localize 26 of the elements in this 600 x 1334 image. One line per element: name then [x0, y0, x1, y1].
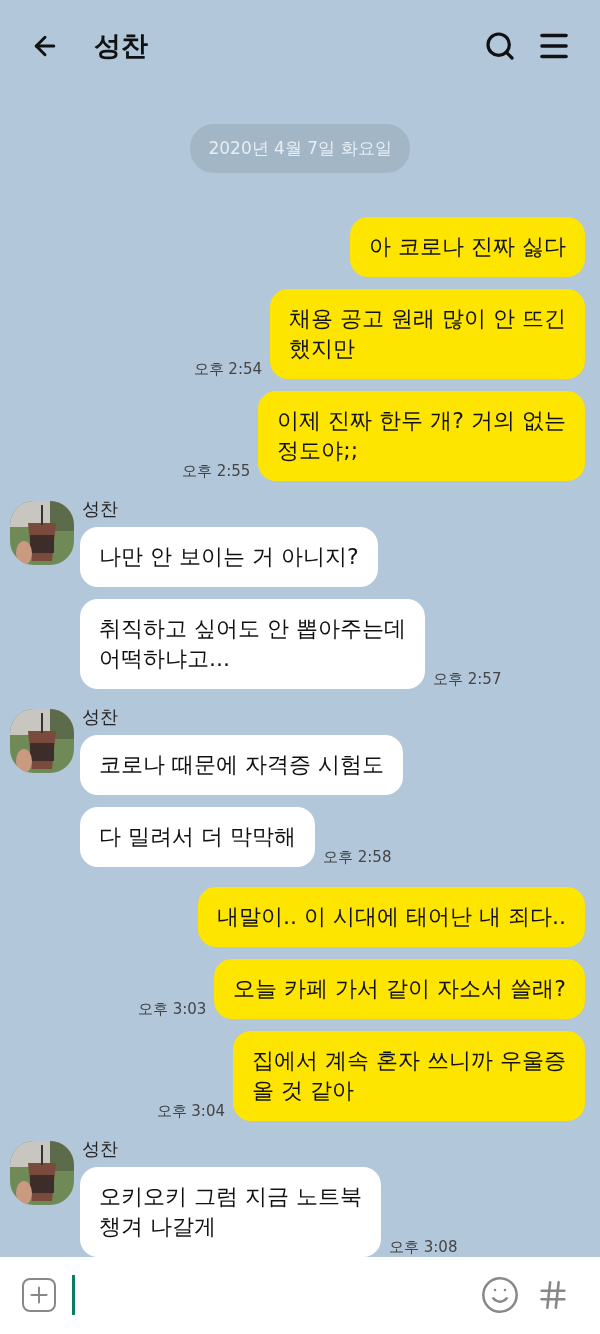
sender-name: 성찬	[82, 1136, 119, 1161]
sent-message-bubble: 이제 진짜 한두 개? 거의 없는 정도야;;	[258, 390, 585, 481]
emoji-button[interactable]	[480, 1275, 520, 1316]
sent-message-bubble: 채용 공고 원래 많이 안 뜨긴 했지만	[270, 288, 585, 379]
sent-message-bubble: 집에서 계속 혼자 쓰니까 우울증 올 것 같아	[233, 1030, 585, 1121]
sender-name: 성찬	[82, 496, 119, 521]
message-time: 오후 2:54	[193, 359, 263, 379]
sent-message-bubble: 내말이.. 이 시대에 태어난 내 죄다..	[198, 886, 585, 947]
message-time: 오후 2:55	[181, 461, 251, 481]
message-time: 오후 3:08	[389, 1237, 458, 1257]
message-time: 오후 2:57	[433, 669, 502, 689]
message-time: 오후 3:03	[137, 999, 207, 1019]
sent-message-bubble: 오늘 카페 가서 같이 자소서 쓸래?	[214, 958, 585, 1019]
add-button[interactable]	[22, 1278, 56, 1313]
received-message-bubble: 코로나 때문에 자격증 시험도	[80, 734, 403, 795]
received-message-bubble: 오키오키 그럼 지금 노트북 챙겨 나갈게	[80, 1166, 381, 1257]
message-time: 오후 2:58	[323, 847, 392, 867]
sent-message-bubble: 아 코로나 진짜 싫다	[350, 216, 585, 277]
search-button[interactable]	[484, 29, 516, 62]
date-divider: 2020년 4월 7일 화요일	[190, 123, 410, 173]
received-message-bubble: 나만 안 보이는 거 아니지?	[80, 526, 378, 587]
received-message-bubble: 취직하고 싶어도 안 뽑아주는데 어떡하냐고...	[80, 598, 425, 689]
message-time: 오후 3:04	[156, 1101, 225, 1121]
chat-title: 성찬	[94, 28, 149, 63]
sender-name: 성찬	[82, 704, 119, 729]
received-message-bubble: 다 밀려서 더 막막해	[80, 806, 315, 867]
